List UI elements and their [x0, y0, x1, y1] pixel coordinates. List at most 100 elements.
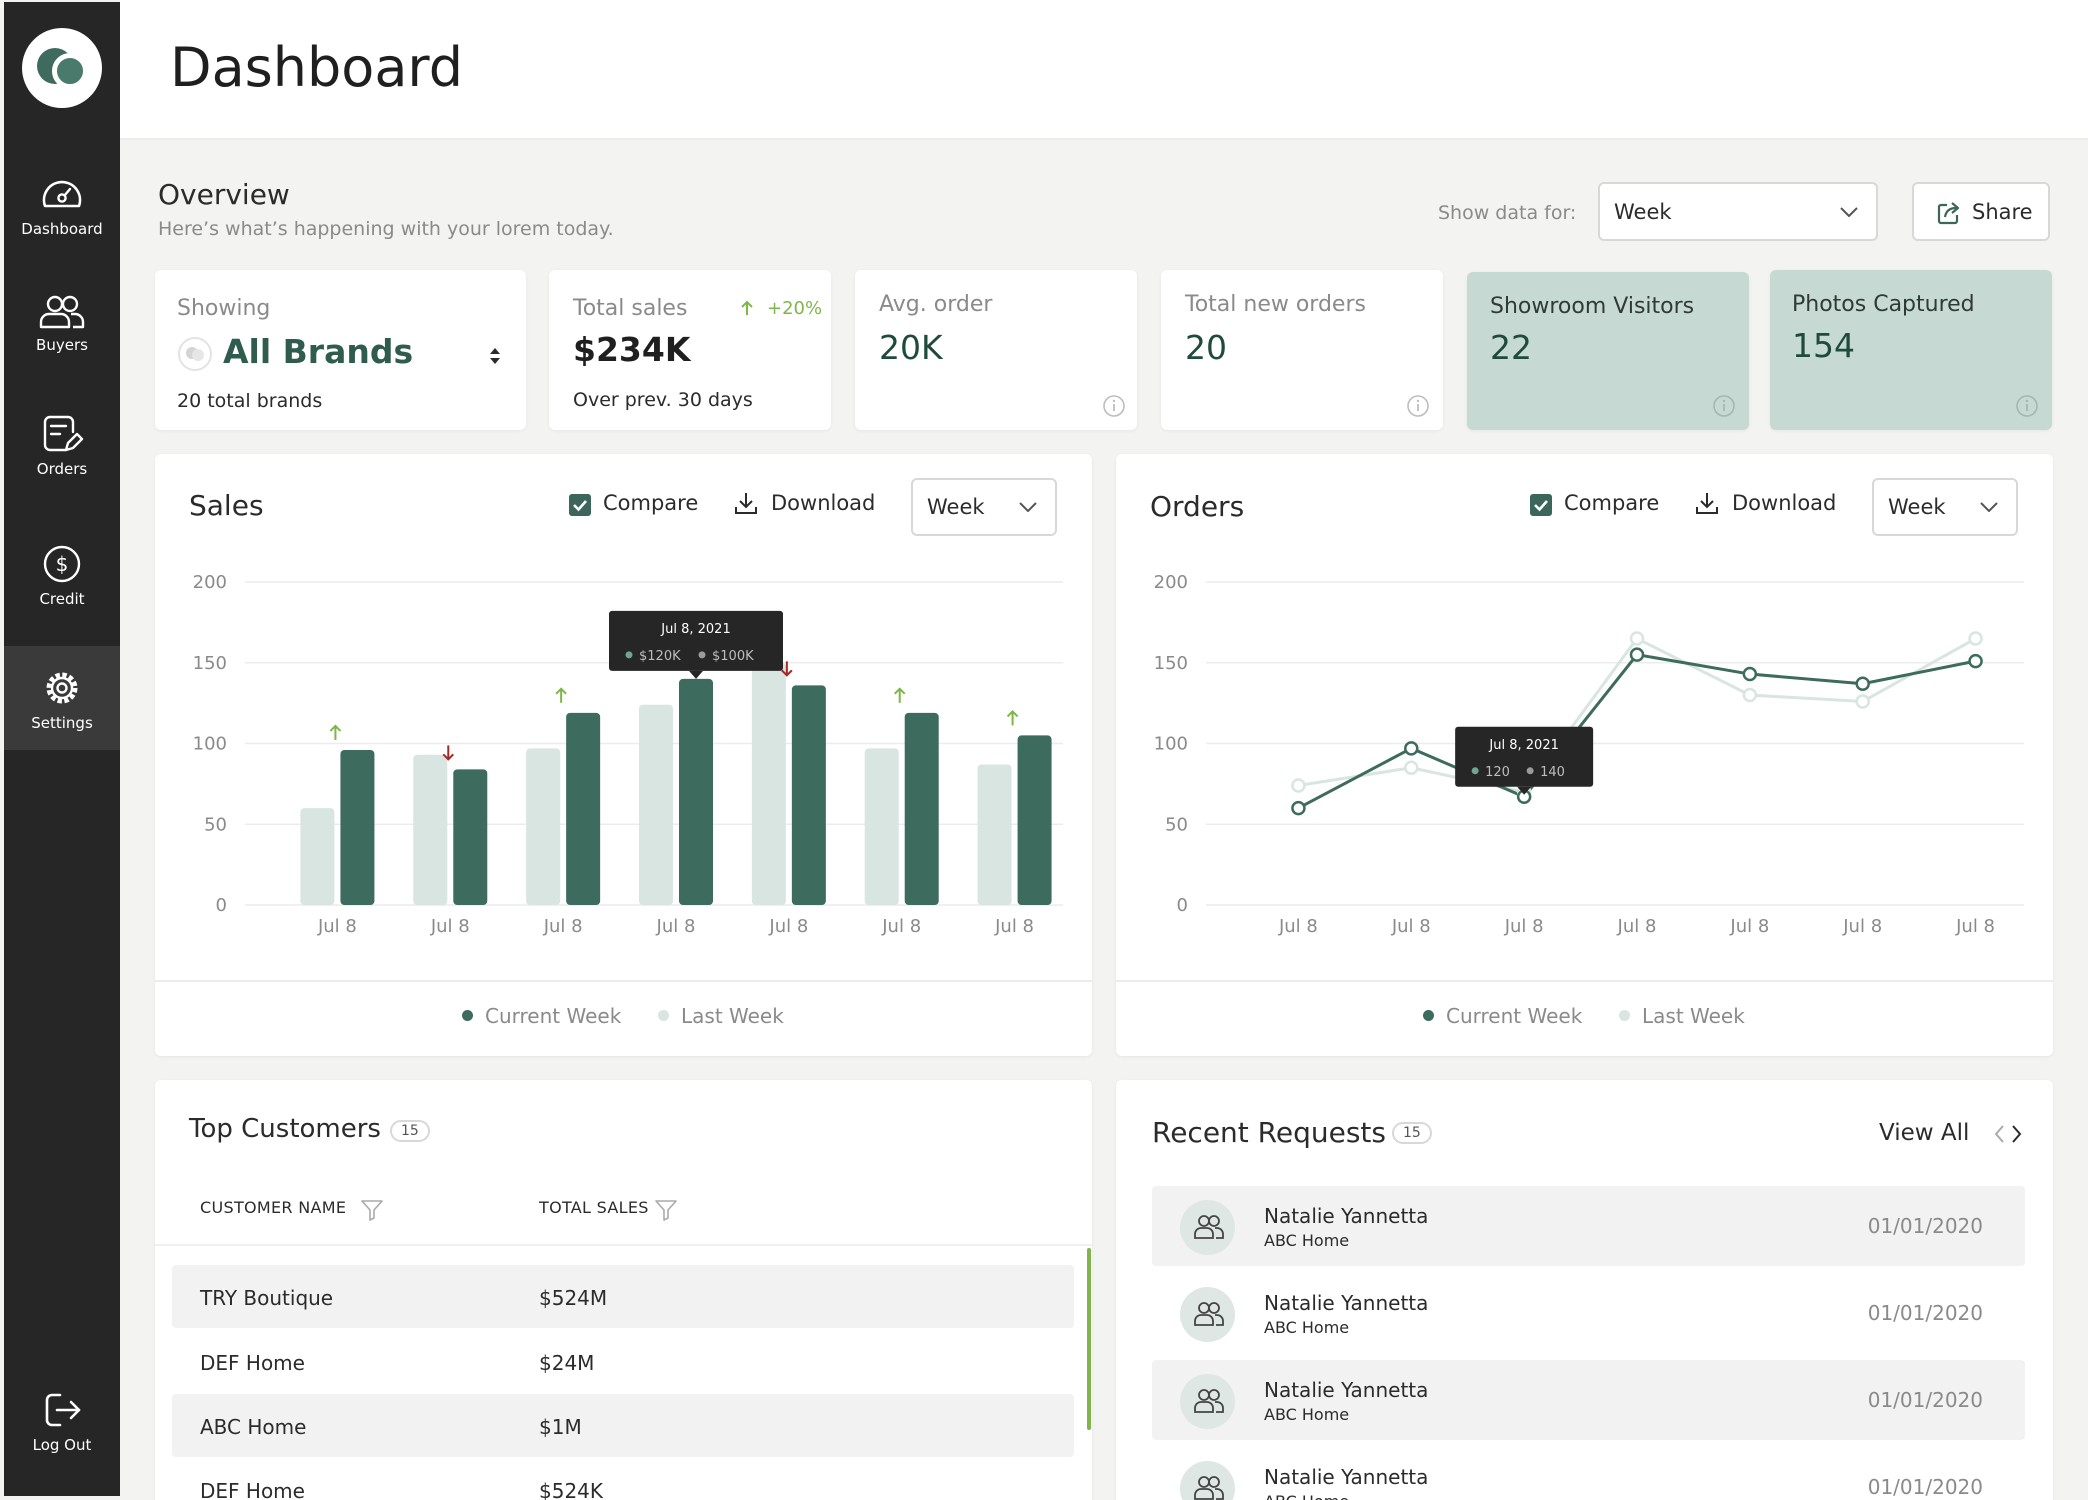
stat-value: 22: [1490, 328, 1532, 367]
brand-showing-label: Showing: [177, 296, 271, 321]
chevron-down-icon: [1840, 206, 1858, 217]
y-tick-label: 150: [193, 653, 227, 674]
legend-label: Current Week: [485, 1004, 622, 1028]
chevron-left-icon[interactable]: [1993, 1124, 2005, 1144]
panel-title: Sales: [189, 489, 264, 522]
request-date: 01/01/2020: [1867, 1388, 1983, 1412]
orders-edit-icon: [43, 415, 84, 452]
bar-current-week: [791, 685, 826, 905]
tooltip-value: $100K: [712, 649, 754, 664]
sales-period-select[interactable]: Week: [911, 478, 1057, 536]
bar-current-week: [1017, 735, 1052, 905]
brand-count: 20 total brands: [177, 390, 322, 412]
x-tick-label: Jul 8: [768, 916, 808, 937]
overview-title: Overview: [158, 178, 290, 211]
column-header-customer-name[interactable]: CUSTOMER NAME: [200, 1198, 383, 1221]
point-last-week: [1968, 631, 1983, 646]
arrow-up-icon: [741, 300, 753, 315]
stat-total-sales: Total sales +20% $234K Over prev. 30 day…: [549, 270, 831, 430]
sidebar-item-logout[interactable]: Log Out: [4, 1390, 120, 1494]
orders-panel: Orders Compare Download Week 0 50 100 150 20…: [1116, 454, 2053, 1056]
count-badge: 15: [390, 1120, 430, 1142]
sidebar-item-label: Credit: [39, 590, 85, 608]
sidebar-item-settings[interactable]: Settings: [4, 646, 120, 750]
orders-period-value: Week: [1888, 495, 1946, 519]
period-select[interactable]: Week: [1598, 182, 1878, 241]
stat-label: Showroom Visitors: [1490, 294, 1695, 319]
divider: [155, 980, 1092, 982]
request-name: Natalie Yannetta: [1264, 1291, 1429, 1315]
bar-last-week: [526, 748, 561, 905]
brand-selector-card[interactable]: Showing All Brands 20 total brands: [155, 270, 526, 430]
column-header-total-sales[interactable]: TOTAL SALES: [539, 1198, 677, 1221]
sidebar-item-label: Orders: [36, 460, 88, 478]
share-icon: [1937, 202, 1960, 225]
gear-icon: [46, 672, 78, 704]
download-button[interactable]: Download: [733, 490, 883, 520]
table-row[interactable]: TRY Boutique $524M: [172, 1265, 1074, 1328]
users-icon: [1194, 1389, 1224, 1413]
bar-current-week: [453, 769, 488, 905]
logo[interactable]: [22, 28, 102, 108]
divider: [1116, 980, 2053, 982]
bar-last-week: [864, 748, 899, 905]
panel-title: Recent Requests: [1152, 1116, 1386, 1149]
filter-icon[interactable]: [360, 1199, 384, 1221]
header: Dashboard: [120, 0, 2088, 140]
legend-label: Last Week: [1642, 1004, 1745, 1028]
tooltip-box: [1455, 726, 1594, 787]
check-icon: [573, 500, 587, 512]
table-row[interactable]: DEF Home $24M: [172, 1330, 1074, 1393]
list-item[interactable]: Natalie Yannetta ABC Home 01/01/2020: [1152, 1273, 2025, 1353]
download-label: Download: [1732, 491, 1837, 515]
sidebar-item-orders[interactable]: Orders: [4, 414, 120, 518]
scrollbar[interactable]: [1087, 1248, 1091, 1430]
sort-arrows-icon[interactable]: [489, 346, 501, 366]
sidebar-item-dashboard[interactable]: Dashboard: [4, 174, 120, 278]
chevron-right-icon[interactable]: [2011, 1124, 2023, 1144]
stat-photos-captured: Photos Captured 154: [1770, 270, 2052, 430]
checkbox[interactable]: [569, 494, 591, 516]
info-icon[interactable]: [1102, 394, 1126, 418]
tooltip-title: Jul 8, 2021: [1488, 738, 1558, 753]
tooltip-dot: [1471, 767, 1479, 775]
info-icon[interactable]: [2015, 394, 2039, 418]
request-name: Natalie Yannetta: [1264, 1465, 1429, 1489]
svg-text:$: $: [56, 552, 69, 576]
sidebar-item-buyers[interactable]: Buyers: [4, 294, 120, 398]
list-item[interactable]: Natalie Yannetta ABC Home 01/01/2020: [1152, 1447, 2025, 1500]
users-icon: [1194, 1215, 1224, 1239]
sidebar-item-label: Settings: [31, 714, 93, 732]
compare-checkbox[interactable]: Compare: [1530, 491, 1670, 521]
legend-dot: [1619, 1010, 1630, 1021]
table-row[interactable]: ABC Home $1M: [172, 1394, 1074, 1457]
filter-icon[interactable]: [654, 1199, 678, 1221]
checkbox[interactable]: [1530, 494, 1552, 516]
point-current-week: [1855, 676, 1870, 691]
line-current-week: [1297, 653, 1976, 810]
point-last-week: [1742, 687, 1758, 703]
point-last-week: [1855, 694, 1870, 709]
sidebar-item-credit[interactable]: $ Credit: [4, 544, 120, 648]
share-button[interactable]: Share: [1912, 182, 2050, 241]
view-all-link[interactable]: View All: [1879, 1120, 1969, 1146]
stat-value: 154: [1792, 326, 1855, 365]
download-button[interactable]: Download: [1694, 490, 1844, 520]
tooltip-value: 140: [1540, 765, 1565, 780]
orders-period-select[interactable]: Week: [1872, 478, 2018, 536]
info-icon[interactable]: [1406, 394, 1430, 418]
legend-dot: [1423, 1010, 1434, 1021]
request-company: ABC Home: [1264, 1318, 1350, 1337]
bar-current-week: [679, 678, 713, 905]
info-icon[interactable]: [1712, 394, 1736, 418]
bar-current-week: [566, 712, 601, 905]
compare-label: Compare: [1564, 491, 1660, 515]
table-row[interactable]: DEF Home $524K: [172, 1458, 1074, 1500]
x-tick-label: Jul 8: [317, 916, 357, 937]
stat-label: Total new orders: [1185, 292, 1366, 317]
request-date: 01/01/2020: [1867, 1475, 1983, 1499]
list-item[interactable]: Natalie Yannetta ABC Home 01/01/2020: [1152, 1360, 2025, 1440]
compare-checkbox[interactable]: Compare: [569, 491, 709, 521]
download-icon: [735, 493, 757, 514]
list-item[interactable]: Natalie Yannetta ABC Home 01/01/2020: [1152, 1186, 2025, 1266]
